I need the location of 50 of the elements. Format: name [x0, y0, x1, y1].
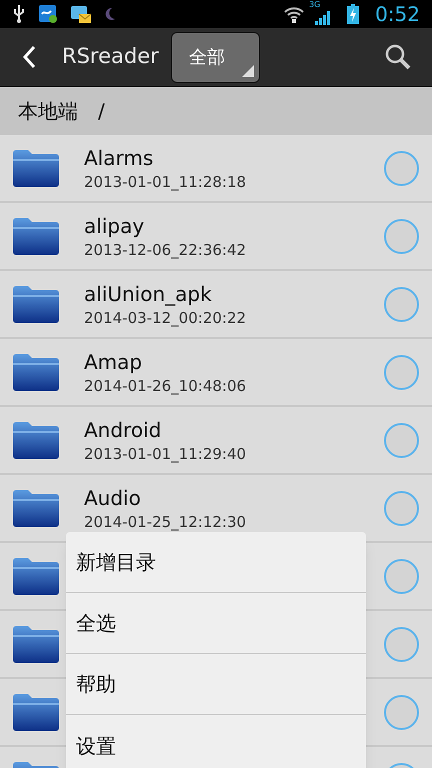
- folder-icon: [12, 557, 60, 595]
- battery-icon: [347, 4, 360, 24]
- filter-dropdown[interactable]: 全部: [170, 32, 260, 82]
- folder-date: 2013-12-06_22:36:42: [84, 240, 248, 260]
- folder-name: Amap: [84, 348, 144, 374]
- folder-icon: [12, 285, 60, 323]
- path-location[interactable]: 本地端: [18, 96, 78, 126]
- select-checkbox[interactable]: [384, 150, 419, 186]
- network-type: 3G: [309, 1, 320, 9]
- select-checkbox[interactable]: [384, 694, 419, 730]
- back-icon: [22, 45, 36, 69]
- usb-icon: [12, 4, 26, 24]
- menu-item[interactable]: 设置: [66, 715, 366, 768]
- select-checkbox[interactable]: [384, 354, 419, 390]
- select-checkbox[interactable]: [384, 286, 419, 322]
- folder-name: aliUnion_apk: [84, 280, 213, 306]
- path-separator: /: [98, 98, 105, 125]
- menu-item[interactable]: 新增目录: [66, 532, 366, 593]
- folder-icon: [12, 217, 60, 255]
- folder-icon: [12, 353, 60, 391]
- signal-icon: [315, 11, 332, 25]
- menu-item[interactable]: 全选: [66, 593, 366, 654]
- select-checkbox[interactable]: [384, 218, 419, 254]
- moon-icon: [104, 7, 116, 21]
- folder-date: 2013-01-01_11:28:18: [84, 172, 248, 192]
- select-checkbox[interactable]: [384, 558, 419, 594]
- folder-date: 2014-01-25_12:12:30: [84, 512, 248, 532]
- select-checkbox[interactable]: [384, 490, 419, 526]
- folder-icon: [12, 625, 60, 663]
- wifi-icon: [283, 5, 306, 23]
- folder-date: 2014-01-26_10:48:06: [84, 376, 248, 396]
- folder-name: Audio: [84, 484, 142, 510]
- select-checkbox[interactable]: [384, 626, 419, 662]
- folder-date: 2013-01-01_11:29:40: [84, 444, 248, 464]
- folder-date: 2014-03-12_00:20:22: [84, 308, 248, 328]
- clock: 0:52: [375, 4, 420, 24]
- app-title: RSreader: [62, 43, 159, 70]
- mail-app-icon: [70, 4, 92, 24]
- folder-name: Android: [84, 416, 162, 442]
- folder-icon: [12, 693, 60, 731]
- folder-icon: [12, 489, 60, 527]
- dropdown-corner-icon: [242, 64, 254, 76]
- select-checkbox[interactable]: [384, 422, 419, 458]
- sync-app-icon: [38, 4, 58, 24]
- search-icon[interactable]: [384, 43, 412, 71]
- folder-icon: [12, 421, 60, 459]
- folder-name: alipay: [84, 212, 146, 238]
- folder-icon: [12, 149, 60, 187]
- folder-name: Alarms: [84, 144, 154, 170]
- menu-item[interactable]: 帮助: [66, 654, 366, 715]
